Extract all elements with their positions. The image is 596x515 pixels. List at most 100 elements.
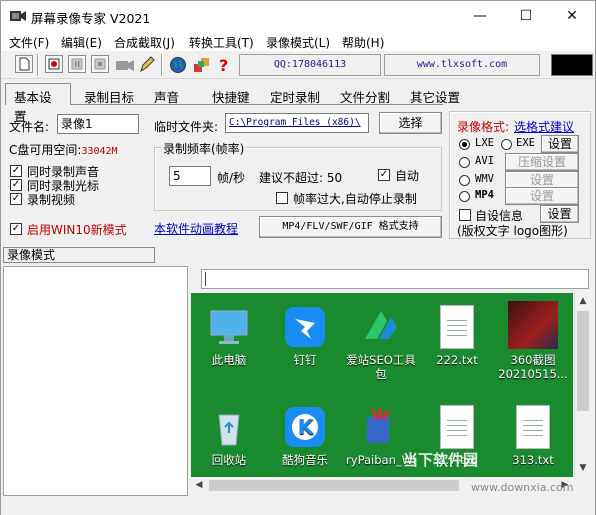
- desktop-icon-label: 爱站SEO工具包: [346, 353, 416, 381]
- scroll-down-arrow-icon[interactable]: ▼: [575, 460, 591, 476]
- format-radio-wmv[interactable]: [459, 175, 470, 186]
- camera-icon[interactable]: [115, 57, 135, 76]
- help-question-icon[interactable]: ?: [217, 56, 231, 77]
- desktop-icon-computer[interactable]: 此电脑: [193, 305, 265, 367]
- mp4-settings-button[interactable]: 设置: [505, 187, 579, 205]
- svg-text:K: K: [298, 415, 315, 439]
- seo-tool-icon: [359, 305, 403, 349]
- desktop-icon-label: 钉钉: [293, 353, 317, 367]
- fps-suggest: 建议不超过: 50: [259, 171, 343, 185]
- custom-info-checkbox[interactable]: [459, 209, 471, 221]
- recording-list-pane[interactable]: [3, 266, 188, 496]
- horizontal-scroll-thumb[interactable]: [209, 480, 459, 491]
- timeline-marker[interactable]: [205, 272, 206, 286]
- menu-edit[interactable]: 编辑(E): [61, 34, 102, 51]
- auto-checkbox[interactable]: ✓: [378, 169, 390, 181]
- format-radio-avi[interactable]: [459, 157, 470, 168]
- preview-black-box: [551, 54, 593, 76]
- desktop-icon-222txt[interactable]: 222.txt: [421, 305, 493, 367]
- pencil-icon[interactable]: [138, 56, 156, 77]
- maximize-button[interactable]: ☐: [503, 1, 549, 31]
- format-lxe-label: LXE: [475, 137, 494, 149]
- new-icon[interactable]: [15, 55, 33, 73]
- tempfolder-label: 临时文件夹:: [154, 120, 219, 134]
- screenshot-image-icon: [508, 301, 558, 349]
- text-file-icon: [440, 405, 474, 449]
- auto-stop-checkbox[interactable]: [276, 192, 288, 204]
- toolbar-separator: [161, 54, 163, 76]
- recycle-bin-icon: [207, 405, 251, 449]
- tab-file-split[interactable]: 文件分割: [331, 83, 399, 105]
- video-checkbox[interactable]: ✓: [10, 193, 22, 205]
- fps-input[interactable]: 5: [169, 166, 211, 186]
- custom-info-settings-button[interactable]: 设置: [540, 205, 579, 223]
- filename-label: 文件名:: [9, 120, 50, 134]
- format-exe-label: EXE: [516, 137, 535, 149]
- desktop-icon-label: 酷狗音乐: [282, 453, 328, 467]
- tab-hotkey[interactable]: 快捷键: [203, 83, 259, 105]
- sound-checkbox[interactable]: ✓: [10, 165, 22, 177]
- format-suggest-link[interactable]: 选格式建议: [514, 118, 574, 135]
- menu-bar: 文件(F) 编辑(E) 合成截取(J) 转换工具(T) 录像模式(L) 帮助(H…: [1, 31, 595, 51]
- disk-space-value: 33042M: [81, 146, 118, 157]
- desktop-icon-dingtalk[interactable]: 钉钉: [269, 305, 341, 367]
- tab-record-target[interactable]: 录制目标: [75, 83, 143, 105]
- desktop-preview: 此电脑 钉钉 爱站SEO工具包 222.txt 360截图20210515...: [191, 293, 573, 477]
- desktop-icon-label: 222.txt: [436, 353, 478, 367]
- auto-stop-label: 帧率过大,自动停止录制: [293, 192, 417, 206]
- exe-settings-button[interactable]: 设置: [541, 135, 579, 153]
- pause-icon[interactable]: [68, 55, 86, 73]
- record-icon[interactable]: [45, 55, 63, 73]
- tab-other[interactable]: 其它设置: [401, 83, 469, 105]
- status-bar: [1, 498, 595, 515]
- timeline-ruler[interactable]: [201, 269, 589, 289]
- compress-settings-button[interactable]: 压缩设置: [505, 153, 579, 171]
- desktop-icon-recycle[interactable]: 回收站: [193, 405, 265, 467]
- paiban-icon: [359, 405, 403, 449]
- format-label: 录像格式:: [457, 120, 510, 134]
- choose-folder-button[interactable]: 选择: [379, 112, 442, 134]
- menu-convert[interactable]: 转换工具(T): [189, 34, 254, 51]
- menu-file[interactable]: 文件(F): [9, 34, 49, 51]
- toolbar-separator: [37, 54, 39, 76]
- desktop-icon-label: 360截图20210515...: [498, 353, 568, 381]
- desktop-icon-seo[interactable]: 爱站SEO工具包: [345, 305, 417, 381]
- tempfolder-input[interactable]: C:\Program Files (x86)\: [225, 113, 369, 133]
- tab-sound[interactable]: 声音: [145, 83, 188, 105]
- menu-record-mode[interactable]: 录像模式(L): [266, 34, 330, 51]
- format-radio-mp4[interactable]: [459, 191, 470, 202]
- website-info[interactable]: www.tlxsoft.com: [384, 54, 540, 76]
- close-button[interactable]: ✕: [549, 1, 595, 31]
- win10-checkbox[interactable]: ✓: [10, 223, 22, 235]
- tools-icon[interactable]: [193, 56, 211, 77]
- menu-compose[interactable]: 合成截取(J): [114, 34, 175, 51]
- format-avi-label: AVI: [475, 155, 494, 167]
- desktop-icon-screenshot[interactable]: 360截图20210515...: [497, 301, 569, 381]
- computer-icon: [207, 305, 251, 349]
- copyright-label: (版权文字 logo图形): [457, 224, 568, 238]
- format-support-button[interactable]: MP4/FLV/SWF/GIF 格式支持: [259, 216, 442, 238]
- qq-info: QQ:178046113: [239, 54, 381, 76]
- app-window: 屏幕录像专家 V2021 — ☐ ✕ 文件(F) 编辑(E) 合成截取(J) 转…: [0, 0, 596, 515]
- vertical-scrollbar[interactable]: ▲ ▼: [574, 293, 591, 477]
- desktop-icon-kugou[interactable]: K 酷狗音乐: [269, 405, 341, 467]
- tutorial-link[interactable]: 本软件动画教程: [154, 220, 238, 237]
- desktop-icon-313txt[interactable]: 313.txt: [497, 405, 569, 467]
- menu-help[interactable]: 帮助(H): [342, 34, 384, 51]
- globe-icon[interactable]: [169, 56, 187, 77]
- video-checkbox-label: 录制视频: [27, 193, 76, 207]
- disk-space-label: C盘可用空间:: [9, 143, 82, 157]
- format-radio-lxe[interactable]: [459, 139, 470, 150]
- auto-label: 自动: [395, 169, 420, 183]
- vertical-scroll-thumb[interactable]: [577, 311, 589, 411]
- format-radio-exe[interactable]: [501, 139, 512, 150]
- scroll-left-arrow-icon[interactable]: ◀: [191, 477, 207, 493]
- cursor-checkbox[interactable]: ✓: [10, 179, 22, 191]
- tab-basic[interactable]: 基本设置: [5, 83, 71, 124]
- tab-schedule[interactable]: 定时录制: [261, 83, 329, 105]
- record-mode-label: 录像模式: [3, 247, 155, 263]
- minimize-button[interactable]: —: [457, 1, 503, 31]
- scroll-up-arrow-icon[interactable]: ▲: [575, 293, 591, 309]
- stop-icon[interactable]: [91, 55, 109, 73]
- filename-input[interactable]: 录像1: [57, 114, 139, 134]
